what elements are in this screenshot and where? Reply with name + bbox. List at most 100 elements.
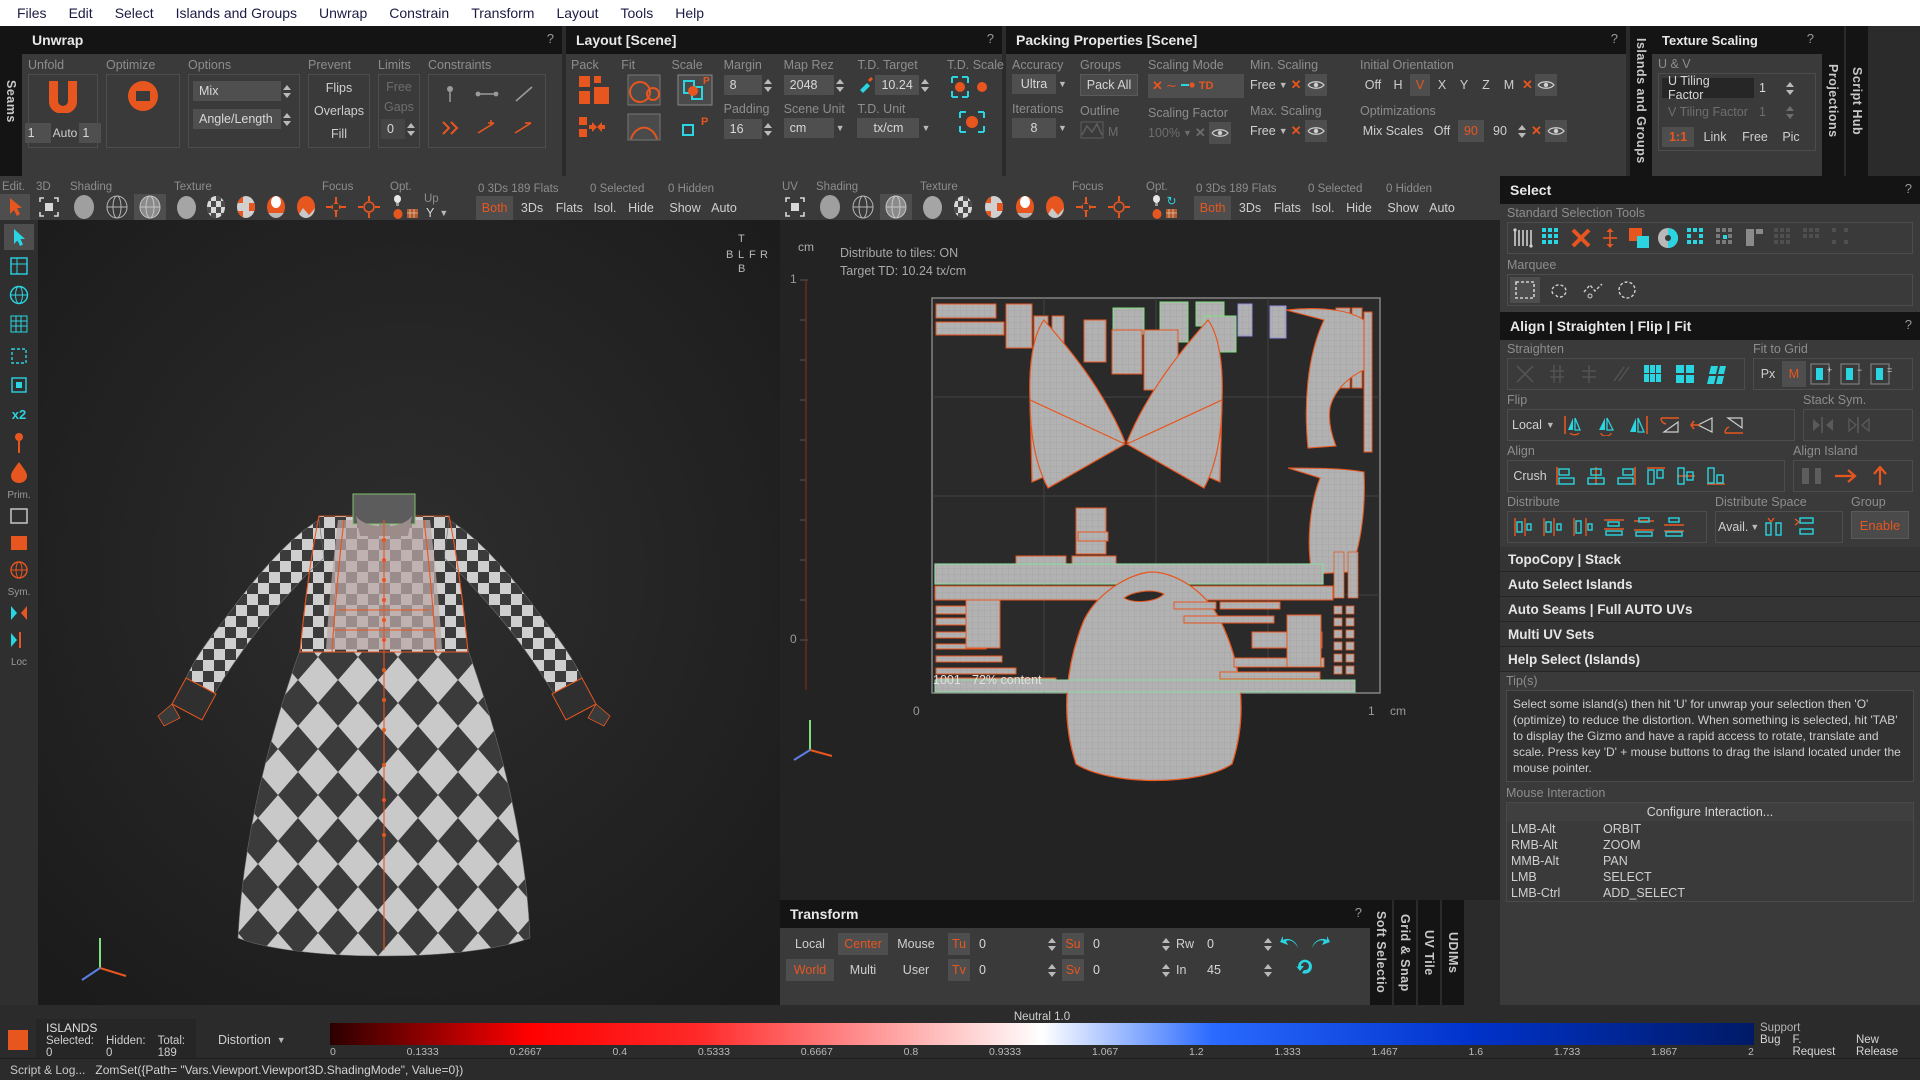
u-tiling-spinner[interactable] bbox=[1784, 77, 1796, 99]
optimizations-clear-icon[interactable]: ✕ bbox=[1531, 123, 1542, 139]
uv-opt-light-icon[interactable] bbox=[1149, 194, 1164, 207]
min-scaling-chevron-down-icon[interactable]: ▼ bbox=[1279, 80, 1288, 90]
orientation-off-button[interactable]: Off bbox=[1360, 74, 1386, 96]
maprez-field[interactable]: 2048 bbox=[783, 75, 834, 95]
packing-help-icon[interactable]: ? bbox=[1611, 31, 1618, 46]
vis-hide-button-uv[interactable]: Hide bbox=[1342, 196, 1376, 220]
unfold-count-field[interactable]: 1 bbox=[24, 123, 51, 143]
optimizations-eye-icon[interactable] bbox=[1544, 120, 1567, 142]
max-scaling-chevron-down-icon[interactable]: ▼ bbox=[1279, 126, 1288, 136]
transform-pivot-center-button[interactable]: Center bbox=[838, 933, 888, 955]
align-right-icon[interactable] bbox=[1612, 463, 1640, 489]
texture-mountain-icon[interactable] bbox=[291, 194, 320, 220]
flip-u-icon[interactable] bbox=[1559, 412, 1589, 438]
transform-redo-icon[interactable] bbox=[1308, 934, 1330, 955]
vis-show-button-3d[interactable]: Show bbox=[666, 196, 704, 220]
distribute-space-v-icon[interactable] bbox=[1791, 514, 1819, 540]
select-island-icon[interactable] bbox=[1655, 225, 1681, 251]
transform-rw-spinner[interactable] bbox=[1262, 933, 1274, 955]
optimizations-off-button[interactable]: Off bbox=[1429, 120, 1455, 142]
distribute-space-h-icon[interactable] bbox=[1761, 514, 1789, 540]
filter-both-button-uv[interactable]: Both bbox=[1194, 196, 1232, 220]
scaling-factor-chevron-down-icon[interactable]: ▼ bbox=[1183, 128, 1192, 138]
sidebar-tab-seams[interactable]: Seams bbox=[0, 26, 22, 176]
section-multi-uv-sets[interactable]: Multi UV Sets bbox=[1500, 622, 1920, 647]
maprez-spinner[interactable] bbox=[834, 74, 846, 96]
opt-material-icon[interactable] bbox=[390, 207, 405, 220]
distribute-space-dropdown[interactable]: Avail. bbox=[1718, 520, 1748, 534]
straighten-cross-icon[interactable] bbox=[1510, 361, 1540, 387]
prim-box-icon[interactable] bbox=[4, 531, 34, 555]
flip-mirror-icon[interactable] bbox=[1623, 412, 1653, 438]
align-crush-button[interactable]: Crush bbox=[1510, 463, 1550, 489]
focus-all-icon[interactable] bbox=[353, 194, 385, 220]
section-topocopy-stack[interactable]: TopoCopy | Stack bbox=[1500, 547, 1920, 572]
fit-view-icon[interactable] bbox=[34, 194, 64, 220]
straighten-grid-icon[interactable] bbox=[1670, 361, 1700, 387]
align-bottom-icon[interactable] bbox=[1702, 463, 1730, 489]
tdscale-both-button[interactable] bbox=[950, 74, 994, 103]
uv-shading-shaded-wire-icon[interactable] bbox=[880, 194, 912, 220]
pack-all-button[interactable]: Pack All bbox=[1080, 74, 1138, 96]
uv-fit-view-icon[interactable] bbox=[780, 194, 810, 220]
menu-item-unwrap[interactable]: Unwrap bbox=[308, 0, 378, 26]
align-island-up-arrow-icon[interactable] bbox=[1864, 463, 1896, 489]
transform-rw-field[interactable]: 0 bbox=[1201, 934, 1259, 954]
vis-isol-button-3d[interactable]: Isol. bbox=[588, 196, 622, 220]
unfold-auto-label[interactable]: Auto bbox=[53, 126, 78, 140]
transform-space-world-button[interactable]: World bbox=[786, 959, 834, 981]
flip-space-dropdown[interactable]: Local bbox=[1510, 418, 1544, 432]
transform-tv-spinner[interactable] bbox=[1046, 959, 1058, 981]
stack-sym-1-icon[interactable] bbox=[1806, 412, 1840, 438]
tool-pin-icon[interactable] bbox=[4, 430, 34, 456]
tool-rect-select-icon[interactable] bbox=[4, 343, 34, 369]
fit-grid-plus-icon[interactable]: + bbox=[1808, 361, 1836, 387]
filter-3ds-button-uv[interactable]: 3Ds bbox=[1233, 196, 1266, 220]
uv-focus-all-icon[interactable] bbox=[1103, 194, 1135, 220]
flip-space-chevron-down-icon[interactable]: ▼ bbox=[1546, 420, 1555, 430]
scaling-mode-none-icon[interactable]: ✕ bbox=[1152, 78, 1163, 94]
section-auto-seams[interactable]: Auto Seams | Full AUTO UVs bbox=[1500, 597, 1920, 622]
tool-x2-label[interactable]: x2 bbox=[4, 401, 34, 427]
transform-sv-field[interactable]: 0 bbox=[1087, 960, 1157, 980]
transform-help-icon[interactable]: ? bbox=[1355, 905, 1362, 920]
prevent-fill-button[interactable]: Fill bbox=[311, 124, 367, 144]
sym-axis-icon[interactable] bbox=[4, 628, 34, 652]
unfold-button[interactable] bbox=[43, 79, 83, 116]
distribute-v2-icon[interactable] bbox=[1630, 514, 1658, 540]
unwrap-help-icon[interactable]: ? bbox=[547, 31, 554, 46]
limits-value-field[interactable]: 0 bbox=[381, 119, 405, 139]
uv-texture-checker-icon[interactable] bbox=[949, 194, 979, 220]
margin-spinner[interactable] bbox=[762, 74, 774, 96]
tool-drop-icon[interactable] bbox=[4, 459, 34, 485]
fit-grid-minus-icon[interactable]: − bbox=[1838, 361, 1866, 387]
configure-interaction-button[interactable]: Configure Interaction... bbox=[1507, 803, 1913, 821]
sceneunit-chevron-down-icon[interactable]: ▼ bbox=[836, 123, 845, 133]
outline-m-label[interactable]: M bbox=[1108, 125, 1118, 139]
constraint-clear-icon[interactable] bbox=[432, 112, 467, 144]
cursor-arrow-icon[interactable] bbox=[0, 194, 30, 220]
pack-button[interactable] bbox=[577, 74, 611, 109]
transform-undo-icon[interactable] bbox=[1280, 934, 1302, 955]
orientation-v-button[interactable]: V bbox=[1410, 74, 1430, 96]
tool-rect2-icon[interactable] bbox=[4, 372, 34, 398]
uv-texture-none-icon[interactable] bbox=[918, 194, 948, 220]
distribute-v1-icon[interactable] bbox=[1600, 514, 1628, 540]
max-scaling-value[interactable]: Free bbox=[1250, 124, 1276, 138]
filter-3ds-button-3d[interactable]: 3Ds bbox=[515, 196, 548, 220]
sidebar-tab-uv-tile[interactable]: UV Tile bbox=[1418, 900, 1440, 1005]
transform-su-label[interactable]: Su bbox=[1062, 933, 1084, 955]
transform-reset-icon[interactable] bbox=[1294, 957, 1316, 980]
shading-wire-icon[interactable] bbox=[101, 194, 133, 220]
fit-grid-px-button[interactable]: Px bbox=[1756, 361, 1780, 387]
uv-opt-refresh-icon[interactable]: ↻ bbox=[1164, 194, 1179, 208]
align-left-icon[interactable] bbox=[1552, 463, 1580, 489]
constraint-pin-add-icon[interactable] bbox=[469, 112, 504, 144]
islands-color-swatch[interactable] bbox=[8, 1030, 28, 1050]
unwrap-anglelength-dropdown[interactable]: Angle/Length bbox=[193, 109, 281, 129]
align-island-disabled-icon[interactable] bbox=[1796, 463, 1828, 489]
stack-sym-2-icon[interactable] bbox=[1842, 412, 1876, 438]
vis-auto-button-3d[interactable]: Auto bbox=[706, 196, 742, 220]
uv-opt-grid-icon[interactable] bbox=[1164, 207, 1179, 220]
flip-rotate-left-icon[interactable] bbox=[1687, 412, 1717, 438]
